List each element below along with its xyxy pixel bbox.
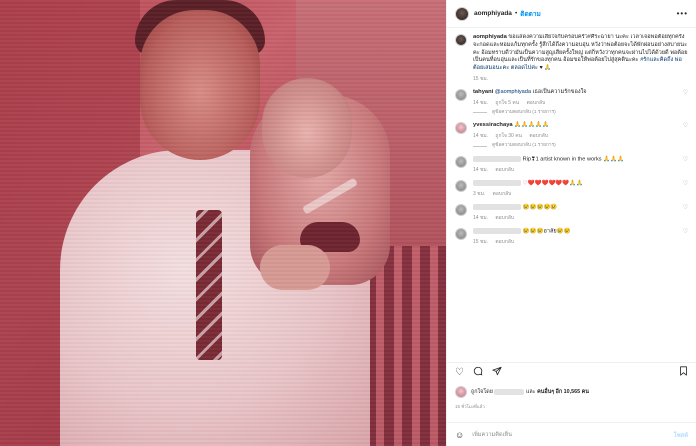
- comment-item: ♡❤️❤️❤️❤️❤️❤️🙏🙏 3 ชม. ตอบกลับ ♡: [455, 179, 688, 198]
- comment-meta: 14 ชม. ตอบกลับ: [473, 167, 688, 174]
- caption-author[interactable]: aomphiyada: [473, 34, 507, 40]
- add-comment-bar: ☺ เพิ่มความคิดเห็น โพสต์: [447, 422, 696, 446]
- comment-meta: 14 ชม. ตอบกลับ: [473, 215, 688, 222]
- comment-text: เธอเป็นความรักของใจ: [532, 88, 587, 95]
- comment-time: 14 ชม.: [473, 133, 489, 140]
- comment-text: 🙏🙏🙏🙏🙏: [514, 122, 550, 129]
- comment-item: tahyani @aomphiyada เธอเป็นความรักของใจ …: [455, 88, 688, 116]
- commenter-avatar[interactable]: [455, 155, 467, 168]
- comment-body: ♡❤️❤️❤️❤️❤️❤️🙏🙏 3 ชม. ตอบกลับ: [473, 179, 688, 198]
- liked-by-others[interactable]: คนอื่นๆ อีก 10,565 คน: [537, 389, 589, 395]
- author-avatar[interactable]: [455, 6, 469, 21]
- comment-time: 3 ชม.: [473, 191, 486, 198]
- comment-body: Rip❣1 artist known in the works 🙏🙏🙏 14 ช…: [473, 155, 688, 174]
- comment-author[interactable]: yvessirachaya: [473, 122, 513, 128]
- blurred-username: [473, 228, 521, 234]
- post-actions-bar: ♡: [447, 362, 696, 382]
- liker-avatar[interactable]: [455, 386, 467, 398]
- post-comment-button[interactable]: โพสต์: [674, 430, 688, 440]
- comment-item: 😢😢😢อาลัย😢😢 15 ชม. ตอบกลับ ♡: [455, 228, 688, 246]
- caption-meta: 15 ชม.: [473, 76, 688, 83]
- comment-like-icon[interactable]: ♡: [683, 156, 688, 163]
- comment-likes[interactable]: ถูกใจ 5 คน: [495, 100, 519, 106]
- paper-plane-icon[interactable]: [492, 366, 502, 379]
- view-replies-button[interactable]: ดูข้อความตอบกลับ (1 รายการ): [473, 143, 688, 150]
- liked-by: ถูกใจโดย และ คนอื่นๆ อีก 10,565 คน: [455, 386, 688, 398]
- comment-like-icon[interactable]: ♡: [683, 122, 688, 129]
- comment-time: 14 ชม.: [473, 166, 489, 173]
- comment-time: 14 ชม.: [473, 99, 489, 106]
- comment-body: tahyani @aomphiyada เธอเป็นความรักของใจ …: [473, 89, 688, 116]
- liked-by-text: ถูกใจโดย และ คนอื่นๆ อีก 10,565 คน: [471, 388, 589, 396]
- blurred-username: [473, 203, 521, 210]
- post-side-panel: aomphiyada • ติดตาม ••• aomphiyada ขอแสด…: [446, 0, 696, 446]
- comment-time: 15 ชม.: [473, 239, 489, 246]
- post-dialog: aomphiyada • ติดตาม ••• aomphiyada ขอแสด…: [0, 0, 696, 446]
- comment-reply-button[interactable]: ตอบกลับ: [529, 133, 548, 139]
- comment-like-icon[interactable]: ♡: [683, 228, 688, 235]
- comment-text: Rip❣1 artist known in the works 🙏🙏🙏: [522, 156, 625, 163]
- comment-like-icon[interactable]: ♡: [683, 89, 688, 96]
- liked-by-and: และ: [525, 389, 536, 395]
- author-username[interactable]: aomphiyada: [474, 10, 512, 17]
- comment-item: Rip❣1 artist known in the works 🙏🙏🙏 14 ช…: [455, 155, 688, 174]
- comment-body: 😢😢😢อาลัย😢😢 15 ชม. ตอบกลับ: [473, 228, 688, 246]
- comment-author[interactable]: tahyani: [473, 89, 493, 95]
- caption-body: aomphiyada ขอแสดงความเสียใจกับครอบครัว#ศ…: [473, 34, 688, 83]
- follow-button[interactable]: ติดตาม: [520, 9, 541, 19]
- blurred-username: [473, 179, 521, 186]
- separator-dot: •: [514, 10, 518, 17]
- commenter-avatar[interactable]: [455, 179, 467, 192]
- comment-item: yvessirachaya 🙏🙏🙏🙏🙏 14 ชม. ถูกใจ 30 คน ต…: [455, 122, 688, 149]
- comment-text: 😢😢😢😢😢: [522, 204, 558, 211]
- post-timestamp[interactable]: 15 ชั่วโมงที่แล้ว: [455, 403, 485, 410]
- comment-reply-button[interactable]: ตอบกลับ: [495, 167, 514, 173]
- commenter-avatar[interactable]: [455, 88, 467, 101]
- comment-meta: 15 ชม. ตอบกลับ: [473, 239, 688, 246]
- comment-input[interactable]: เพิ่มความคิดเห็น: [472, 431, 512, 439]
- more-options-icon[interactable]: •••: [677, 9, 688, 18]
- comment-mention[interactable]: @aomphiyada: [495, 89, 531, 95]
- heart-outline-icon[interactable]: ♡: [455, 367, 464, 378]
- comment-text: ♡❤️❤️❤️❤️❤️❤️🙏🙏: [522, 180, 584, 187]
- comment-like-icon[interactable]: ♡: [683, 180, 688, 187]
- comment-body: 😢😢😢😢😢 14 ชม. ตอบกลับ: [473, 203, 688, 222]
- view-replies-button[interactable]: ดูข้อความตอบกลับ (1 รายการ): [473, 110, 688, 117]
- bookmark-icon[interactable]: [679, 366, 688, 379]
- blurred-username: [473, 155, 521, 162]
- comment-item: 😢😢😢😢😢 14 ชม. ตอบกลับ ♡: [455, 203, 688, 222]
- comment-time: 14 ชม.: [473, 215, 489, 222]
- comment-meta: 3 ชม. ตอบกลับ: [473, 191, 688, 198]
- caption-hearts: ♥ 🙏: [539, 65, 552, 72]
- comment-reply-button[interactable]: ตอบกลับ: [495, 239, 514, 245]
- comment-text: 😢😢😢อาลัย😢😢: [522, 228, 571, 235]
- comment-meta: 14 ชม. ถูกใจ 30 คน ตอบกลับ: [473, 133, 688, 140]
- commenter-avatar[interactable]: [455, 122, 467, 135]
- comment-like-icon[interactable]: ♡: [683, 204, 688, 211]
- commenter-avatar[interactable]: [455, 228, 467, 240]
- comment-meta: 14 ชม. ถูกใจ 5 คน ตอบกลับ: [473, 100, 688, 107]
- post-photo[interactable]: [0, 0, 446, 446]
- caption-time: 15 ชม.: [473, 75, 489, 82]
- blurred-liker-name: [494, 388, 525, 395]
- comment-likes[interactable]: ถูกใจ 30 คน: [495, 133, 522, 139]
- caption: aomphiyada ขอแสดงความเสียใจกับครอบครัว#ศ…: [455, 34, 688, 83]
- comment-reply-button[interactable]: ตอบกลับ: [493, 191, 512, 197]
- comments-list[interactable]: aomphiyada ขอแสดงความเสียใจกับครอบครัว#ศ…: [447, 34, 696, 352]
- photo-grain: [0, 0, 446, 446]
- liked-by-prefix: ถูกใจโดย: [471, 389, 493, 395]
- comment-reply-button[interactable]: ตอบกลับ: [527, 100, 546, 106]
- caption-avatar[interactable]: [455, 34, 467, 46]
- comment-body: yvessirachaya 🙏🙏🙏🙏🙏 14 ชม. ถูกใจ 30 คน ต…: [473, 122, 688, 149]
- emoji-icon[interactable]: ☺: [455, 430, 464, 440]
- comment-reply-button[interactable]: ตอบกลับ: [495, 215, 514, 221]
- post-header: aomphiyada • ติดตาม •••: [447, 0, 696, 28]
- speech-bubble-icon[interactable]: [473, 366, 483, 379]
- commenter-avatar[interactable]: [455, 203, 467, 216]
